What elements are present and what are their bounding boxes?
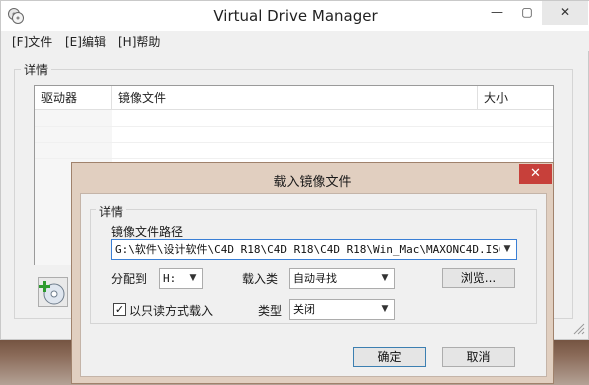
drive-letter-value: H: <box>163 272 177 285</box>
resize-grip-icon[interactable] <box>571 321 585 335</box>
image-path-value: G:\软件\设计软件\C4D R18\C4D R18\C4D R18\Win_M… <box>115 243 500 256</box>
minimize-button[interactable]: — <box>482 1 512 25</box>
readonly-checkbox[interactable]: ✓ <box>113 303 126 316</box>
menu-bar: [F]文件 [E]编辑 [H]帮助 <box>1 31 589 51</box>
close-window-button[interactable]: ✕ <box>542 1 588 25</box>
image-path-label: 镜像文件路径 <box>111 225 184 239</box>
details-group-legend: 详情 <box>21 61 52 78</box>
image-path-combo[interactable]: G:\软件\设计软件\C4D R18\C4D R18\C4D R18\Win_M… <box>111 239 517 260</box>
readonly-label: 以只读方式载入 <box>129 304 214 318</box>
row-divider <box>35 158 553 159</box>
chevron-down-icon: ▼ <box>189 273 197 283</box>
row-divider <box>35 142 553 143</box>
type-value: 关闭 <box>293 303 315 316</box>
dialog-body: 详情 镜像文件路径 G:\软件\设计软件\C4D R18\C4D R18\C4D… <box>80 193 547 377</box>
chevron-down-icon: ▼ <box>503 244 511 254</box>
row-divider <box>35 126 553 127</box>
assign-to-label: 分配到 <box>111 272 148 286</box>
chevron-down-icon: ▼ <box>381 304 389 314</box>
type-select[interactable]: 关闭 ▼ <box>289 299 395 320</box>
maximize-button[interactable]: ▢ <box>512 1 542 25</box>
dialog-details-legend: 详情 <box>96 203 127 220</box>
menu-edit[interactable]: [E]编辑 <box>65 33 106 50</box>
add-drive-button[interactable] <box>38 277 68 307</box>
ok-button[interactable]: 确定 <box>353 347 426 367</box>
column-header-size[interactable]: 大小 <box>478 86 553 110</box>
menu-help[interactable]: [H]帮助 <box>118 33 160 50</box>
add-disc-icon <box>39 281 65 305</box>
dialog-title: 载入镜像文件 <box>273 175 352 190</box>
type-label: 类型 <box>258 304 283 318</box>
dialog-close-button[interactable]: ✕ <box>519 164 552 184</box>
column-header-drive[interactable]: 驱动器 <box>35 86 112 110</box>
load-type-label: 载入类 <box>242 272 279 286</box>
chevron-down-icon: ▼ <box>381 273 389 283</box>
cancel-button[interactable]: 取消 <box>442 347 515 367</box>
load-type-select[interactable]: 自动寻找 ▼ <box>289 268 395 289</box>
drive-letter-select[interactable]: H: ▼ <box>159 268 203 289</box>
column-header-image-file[interactable]: 镜像文件 <box>112 86 478 110</box>
menu-file[interactable]: [F]文件 <box>12 33 52 50</box>
title-bar[interactable]: Virtual Drive Manager — ▢ ✕ <box>1 1 589 31</box>
load-image-dialog: 载入镜像文件 ✕ 详情 镜像文件路径 G:\软件\设计软件\C4D R18\C4… <box>71 162 554 384</box>
browse-button[interactable]: 浏览... <box>442 268 515 288</box>
load-type-value: 自动寻找 <box>293 272 337 285</box>
